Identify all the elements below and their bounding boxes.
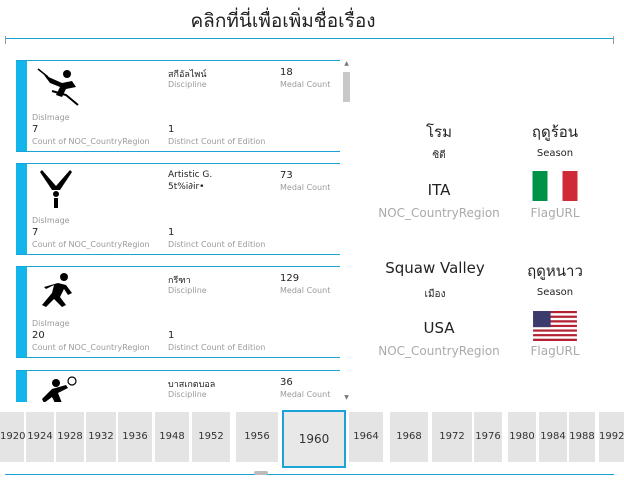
skiing-pictogram-icon (37, 68, 79, 106)
discipline-value: Artistic G. (168, 170, 213, 180)
discipline-card[interactable]: กรีฑา Discipline 129 Medal Count DisImag… (16, 266, 340, 358)
volleyball-pictogram-icon (42, 376, 77, 402)
visual-frame-bottom (5, 474, 614, 475)
image-label: DisImage (32, 113, 70, 122)
medal-count-value: 36 (280, 377, 293, 388)
year-tile[interactable]: 1920 (0, 412, 25, 462)
visual-frame-top (5, 38, 614, 39)
medal-count-value: 18 (280, 67, 293, 78)
image-label: DisImage (32, 319, 70, 328)
year-tile[interactable]: 1964 (349, 412, 383, 462)
summer-noc: ITA (427, 181, 451, 199)
medal-count-label: Medal Count (280, 183, 331, 192)
year-tile[interactable]: 1988 (569, 412, 595, 462)
edition-count-label: Distinct Count of Edition (168, 240, 266, 249)
year-tile-selected[interactable]: 1960 (282, 410, 346, 468)
card-accent-bar (16, 61, 27, 151)
year-tile[interactable]: 1956 (236, 412, 278, 462)
frame-corner-left (5, 36, 6, 44)
count-noc-label: Count of NOC_CountryRegion (32, 240, 150, 249)
scroll-up-arrow-icon[interactable]: ▲ (343, 60, 350, 68)
summer-noc-label: NOC_CountryRegion (378, 206, 500, 220)
winter-city: Squaw Valley (385, 259, 485, 277)
card-accent-bar (16, 267, 27, 357)
year-tile[interactable]: 1936 (118, 412, 152, 462)
year-timeline[interactable]: 1920 1924 1928 1932 1936 1948 1952 1956 1960 1964… (0, 407, 624, 468)
report-title[interactable]: คลิกที่นี่เพื่อเพิ่มชื่อเรื่อง (0, 6, 566, 36)
discipline-label: Discipline (168, 286, 207, 295)
year-tile[interactable]: 1968 (390, 412, 428, 462)
gymnastics-pictogram-icon (40, 170, 72, 208)
medal-count-value: 73 (280, 170, 293, 181)
edition-count-label: Distinct Count of Edition (168, 343, 266, 352)
edition-count-label: Distinct Count of Edition (168, 137, 266, 146)
scroll-down-arrow-icon[interactable]: ▼ (343, 394, 350, 402)
count-noc-label: Count of NOC_CountryRegion (32, 343, 150, 352)
discipline-label: Discipline (168, 80, 207, 89)
card-accent-bar (16, 371, 27, 402)
card-accent-bar (16, 164, 27, 254)
usa-flag-icon (533, 311, 577, 341)
summer-season: ฤดูร้อน (531, 123, 579, 141)
discipline-value: บาสเกตบอล (168, 380, 216, 390)
italy-flag-icon (532, 171, 578, 201)
medal-count-label: Medal Count (280, 80, 331, 89)
summer-season-label: Season (536, 148, 574, 159)
edition-count-value: 1 (168, 330, 175, 341)
medal-count-value: 129 (280, 273, 300, 284)
year-tile[interactable]: 1928 (56, 412, 84, 462)
year-tile[interactable]: 1924 (26, 412, 54, 462)
year-tile[interactable]: 1972 (432, 412, 472, 462)
winter-noc: USA (423, 319, 455, 337)
discipline-card[interactable]: บาสเกตบอล Discipline 36 Medal Count (16, 370, 340, 402)
discipline-label: Discipline (168, 390, 207, 399)
count-noc-value: 7 (32, 124, 39, 135)
count-noc-label: Count of NOC_CountryRegion (32, 137, 150, 146)
frame-corner-right (613, 36, 614, 44)
summer-city-caption: ซิตี (432, 150, 446, 161)
athletics-pictogram-icon (42, 273, 72, 307)
discipline-value-2: 5t%i∂ir• (168, 182, 205, 192)
edition-count-value: 1 (168, 227, 175, 238)
year-tile[interactable]: 1980 (508, 412, 536, 462)
discipline-value: กรีฑา (168, 276, 191, 286)
count-noc-value: 7 (32, 227, 39, 238)
winter-season-label: Season (536, 287, 574, 298)
year-tile[interactable]: 1948 (155, 412, 189, 462)
list-scrollbar[interactable]: ▲ ▼ (343, 60, 350, 402)
discipline-card[interactable]: สกีอัลไพน์ Discipline 18 Medal Count Dis… (16, 60, 340, 152)
count-noc-value: 20 (32, 330, 45, 341)
winter-noc-label: NOC_CountryRegion (378, 344, 500, 358)
year-tile[interactable]: 1952 (192, 412, 230, 462)
resize-handle[interactable] (254, 471, 268, 475)
winter-city-caption: เมือง (424, 289, 446, 300)
winter-flag-label: FlagURL (530, 344, 580, 358)
summer-city: โรม (425, 123, 452, 141)
winter-season: ฤดูหนาว (527, 262, 583, 280)
scrollbar-thumb[interactable] (343, 72, 350, 102)
year-tile[interactable]: 1976 (474, 412, 502, 462)
discipline-card[interactable]: Artistic G. 5t%i∂ir• 73 Medal Count DisI… (16, 163, 340, 255)
year-tile[interactable]: 1992 (599, 412, 624, 462)
discipline-value: สกีอัลไพน์ (168, 70, 207, 80)
year-tile[interactable]: 1932 (86, 412, 116, 462)
year-tile[interactable]: 1984 (539, 412, 567, 462)
medal-count-label: Medal Count (280, 390, 331, 399)
image-label: DisImage (32, 216, 70, 225)
edition-count-value: 1 (168, 124, 175, 135)
discipline-card-list[interactable]: สกีอัลไพน์ Discipline 18 Medal Count Dis… (16, 60, 352, 402)
summer-flag-label: FlagURL (530, 206, 580, 220)
medal-count-label: Medal Count (280, 286, 331, 295)
